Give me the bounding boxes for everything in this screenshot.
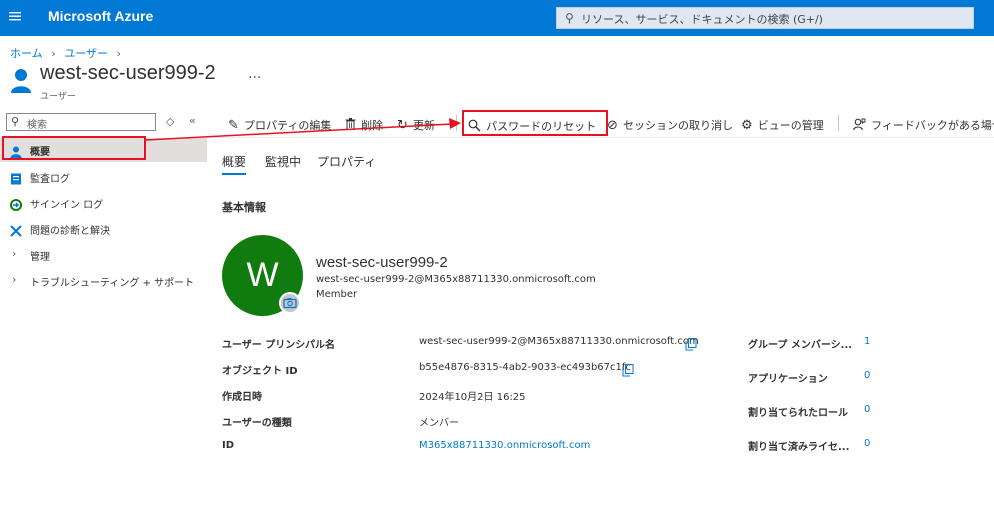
tab-monitoring[interactable]: 監視中 xyxy=(265,153,301,170)
hamburger-menu-icon[interactable] xyxy=(8,9,22,23)
chevron-right-icon: › xyxy=(12,273,17,286)
stat-label-assigned-roles: 割り当てられたロール xyxy=(748,408,848,419)
stat-value-group-memberships[interactable]: 1 xyxy=(864,336,870,347)
stat-value-assigned-roles[interactable]: 0 xyxy=(864,404,870,415)
refresh-label: 更新 xyxy=(413,119,435,132)
page-subtitle: ユーザー xyxy=(40,92,76,102)
delete-button[interactable]: 削除 xyxy=(345,114,383,133)
property-value-object-id: b55e4876-8315-4ab2-9033-ec493b67c1fc xyxy=(419,362,631,373)
sidebar-item-manage[interactable]: › 管理 xyxy=(0,243,207,267)
breadcrumb: ホーム › ユーザー › xyxy=(10,42,121,61)
feedback-label: フィードバックがある場合 xyxy=(871,119,994,132)
toolbar-divider xyxy=(838,115,839,131)
sidebar-item-diagnose[interactable]: 問題の診断と解決 xyxy=(0,217,207,241)
trash-icon xyxy=(345,114,361,133)
page-title: west-sec-user999-2 xyxy=(40,62,216,84)
pencil-icon: ✎ xyxy=(228,118,239,133)
stat-label-assigned-licenses: 割り当て済みライセ... xyxy=(748,442,850,453)
top-bar: Microsoft Azure ⚲ リソース、サービス、ドキュメントの検索 (G… xyxy=(0,0,994,36)
stat-value-applications[interactable]: 0 xyxy=(864,370,870,381)
user-icon xyxy=(10,68,32,94)
toolbar-divider xyxy=(456,115,457,131)
property-label-user-type: ユーザーの種類 xyxy=(222,418,292,429)
sidebar-item-troubleshooting[interactable]: › トラブルシューティング + サポート xyxy=(0,269,207,293)
property-label-upn: ユーザー プリンシパル名 xyxy=(222,340,335,351)
property-value-upn: west-sec-user999-2@M365x88711330.onmicro… xyxy=(419,336,699,347)
sort-toggle-icon[interactable]: ◇ xyxy=(166,115,174,128)
camera-icon[interactable] xyxy=(279,292,301,314)
search-icon: ⚲ xyxy=(565,11,574,25)
property-label-object-id: オブジェクト ID xyxy=(222,366,298,377)
copy-icon[interactable] xyxy=(685,336,697,351)
manage-view-button[interactable]: ⚙ ビューの管理 xyxy=(741,114,824,133)
edit-properties-button[interactable]: ✎ プロパティの編集 xyxy=(228,114,331,133)
sidebar-search-placeholder: 検索 xyxy=(27,120,47,131)
sidebar-item-label: 監査ログ xyxy=(30,174,70,185)
property-value-user-type: メンバー xyxy=(419,418,459,429)
sidebar-search-input[interactable]: ⚲ 検索 xyxy=(6,113,156,131)
tab-properties[interactable]: プロパティ xyxy=(317,153,376,170)
copy-icon[interactable] xyxy=(622,362,634,377)
wrench-icon xyxy=(10,222,22,237)
active-tab-indicator xyxy=(222,173,246,175)
revoke-sessions-button[interactable]: ⊘ セッションの取り消し xyxy=(607,114,733,133)
refresh-button[interactable]: ↻ 更新 xyxy=(397,114,435,133)
profile-upn: west-sec-user999-2@M365x88711330.onmicro… xyxy=(316,274,596,285)
breadcrumb-separator: › xyxy=(113,47,122,60)
sidebar-item-signin-logs[interactable]: サインイン ログ xyxy=(0,191,207,215)
refresh-icon: ↻ xyxy=(397,118,408,133)
chevron-right-icon: › xyxy=(12,247,17,260)
property-label-created: 作成日時 xyxy=(222,392,262,403)
feedback-button[interactable]: フィードバックがある場合 xyxy=(853,114,994,133)
more-options-button[interactable]: ... xyxy=(248,66,261,82)
feedback-icon xyxy=(853,114,871,133)
signin-icon xyxy=(10,196,22,211)
sidebar-item-label: トラブルシューティング + サポート xyxy=(30,278,195,289)
search-placeholder: リソース、サービス、ドキュメントの検索 (G+/) xyxy=(581,13,823,26)
log-icon xyxy=(10,170,22,185)
collapse-sidebar-button[interactable]: « xyxy=(189,114,196,127)
toolbar-border xyxy=(207,137,994,138)
stat-label-applications: アプリケーション xyxy=(748,374,828,385)
stat-label-group-memberships: グループ メンバーシ... xyxy=(748,340,853,351)
manage-view-label: ビューの管理 xyxy=(757,119,824,132)
search-icon: ⚲ xyxy=(11,115,20,128)
profile-user-type: Member xyxy=(316,289,358,300)
global-search-input[interactable]: ⚲ リソース、サービス、ドキュメントの検索 (G+/) xyxy=(556,7,974,29)
breadcrumb-separator: › xyxy=(47,47,60,60)
profile-name: west-sec-user999-2 xyxy=(316,254,448,271)
section-heading: 基本情報 xyxy=(222,201,266,214)
revoke-sessions-label: セッションの取り消し xyxy=(623,119,733,132)
property-value-identity-link[interactable]: M365x88711330.onmicrosoft.com xyxy=(419,440,590,451)
stat-value-assigned-licenses[interactable]: 0 xyxy=(864,438,870,449)
highlight-box xyxy=(462,110,608,136)
brand-title[interactable]: Microsoft Azure xyxy=(48,8,153,24)
delete-label: 削除 xyxy=(361,119,384,132)
edit-properties-label: プロパティの編集 xyxy=(244,119,332,132)
highlight-box xyxy=(2,136,146,160)
block-icon: ⊘ xyxy=(607,118,618,133)
property-value-created: 2024年10月2日 16:25 xyxy=(419,392,526,403)
sidebar-item-label: 問題の診断と解決 xyxy=(30,226,110,237)
breadcrumb-home[interactable]: ホーム xyxy=(10,47,43,60)
breadcrumb-users[interactable]: ユーザー xyxy=(64,47,108,60)
property-label-identity: ID xyxy=(222,440,235,451)
sidebar-item-audit-logs[interactable]: 監査ログ xyxy=(0,165,207,189)
tab-overview[interactable]: 概要 xyxy=(222,153,246,170)
sidebar-item-label: 管理 xyxy=(30,252,50,263)
sidebar-item-label: サインイン ログ xyxy=(30,200,104,211)
gear-icon: ⚙ xyxy=(741,118,753,133)
